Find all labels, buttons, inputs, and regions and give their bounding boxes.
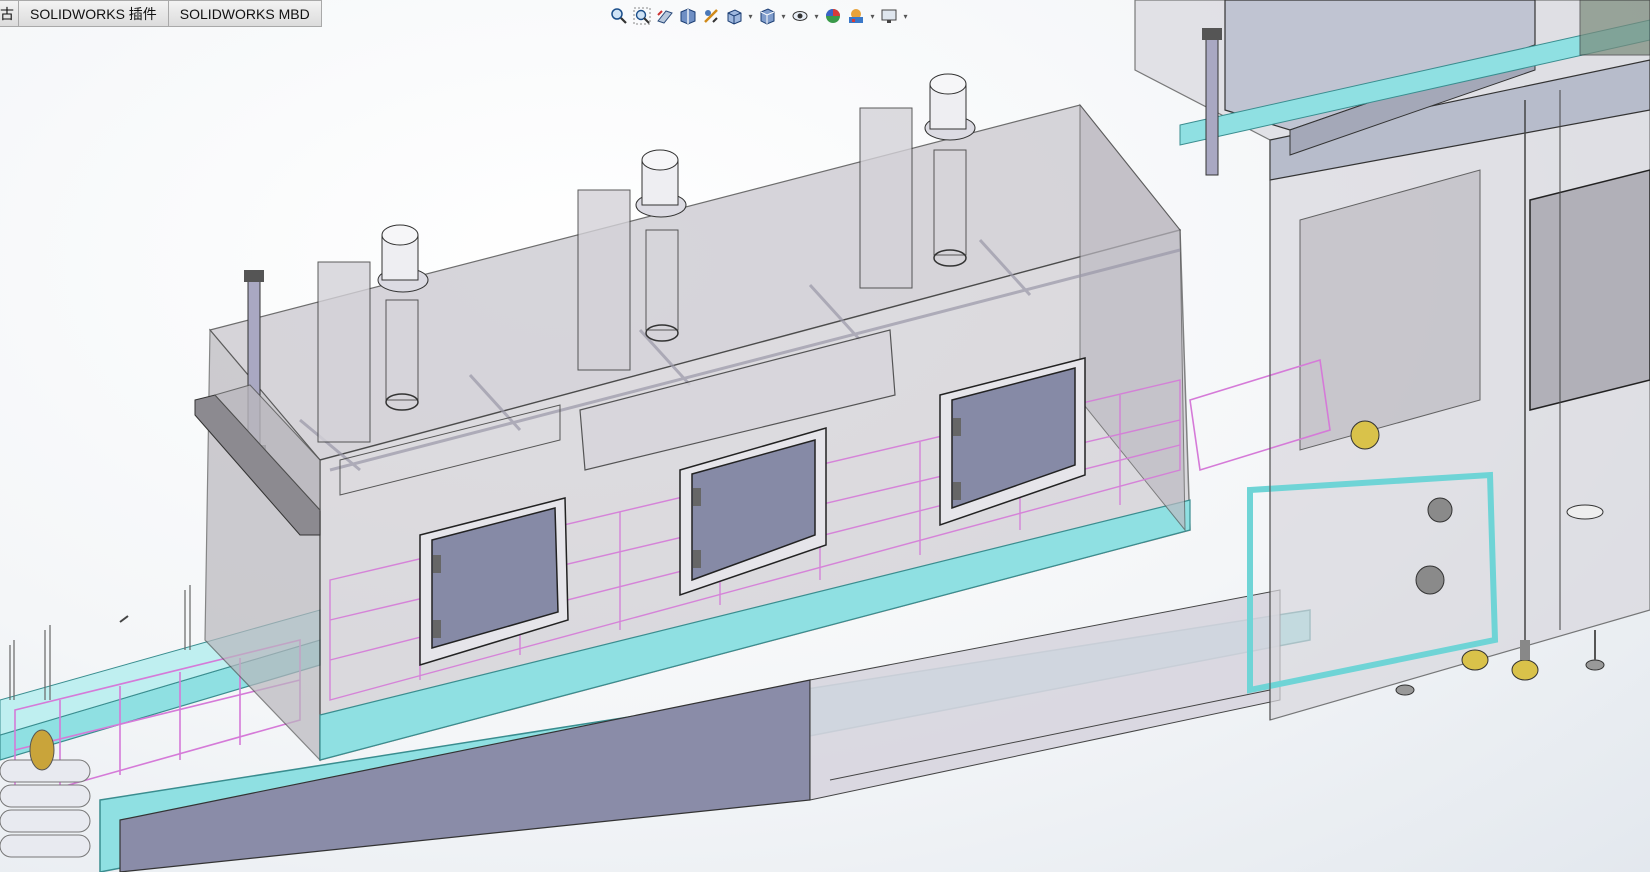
dynamic-annotation-views-icon[interactable] xyxy=(700,5,722,27)
chevron-down-icon[interactable]: ▾ xyxy=(779,5,788,27)
chevron-down-icon[interactable]: ▾ xyxy=(812,5,821,27)
cad-model-view xyxy=(0,0,1650,872)
zoom-to-fit-icon[interactable] xyxy=(608,5,630,27)
display-style-icon[interactable] xyxy=(756,5,778,27)
chevron-down-icon[interactable]: ▾ xyxy=(901,5,910,27)
view-orientation-icon[interactable] xyxy=(723,5,745,27)
previous-view-icon[interactable] xyxy=(654,5,676,27)
heads-up-view-toolbar: ▾ ▾ ▾ ▾ ▾ xyxy=(608,4,910,28)
apply-scene-icon[interactable] xyxy=(845,5,867,27)
view-settings-icon[interactable] xyxy=(878,5,900,27)
edit-appearance-icon[interactable] xyxy=(822,5,844,27)
tab-solidworks-addins[interactable]: SOLIDWORKS 插件 xyxy=(19,0,169,27)
command-manager-tabs: 古 SOLIDWORKS 插件 SOLIDWORKS MBD xyxy=(0,0,322,27)
tab-evaluate[interactable]: 古 xyxy=(0,0,19,27)
section-view-icon[interactable] xyxy=(677,5,699,27)
graphics-area[interactable] xyxy=(0,0,1650,872)
chevron-down-icon[interactable]: ▾ xyxy=(746,5,755,27)
chevron-down-icon[interactable]: ▾ xyxy=(868,5,877,27)
tab-solidworks-mbd[interactable]: SOLIDWORKS MBD xyxy=(168,0,322,27)
loose-pin xyxy=(119,615,129,623)
hide-show-items-icon[interactable] xyxy=(789,5,811,27)
zoom-to-area-icon[interactable] xyxy=(631,5,653,27)
